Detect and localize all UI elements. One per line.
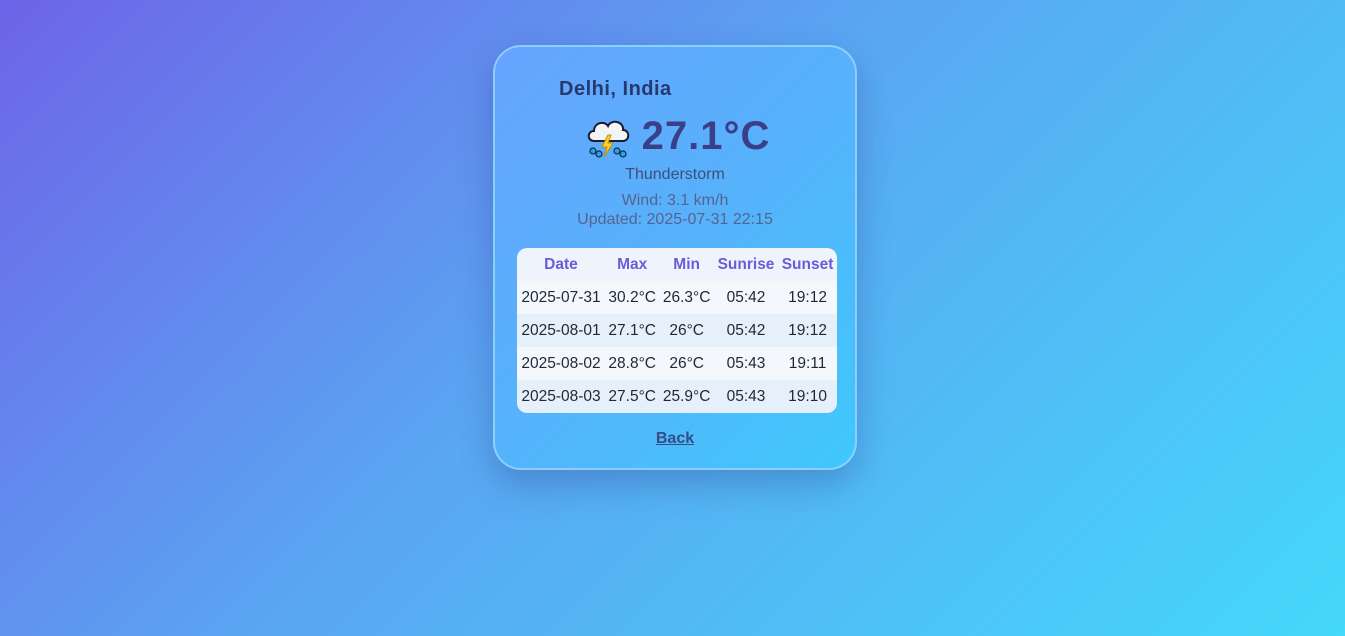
cell-sunset: 19:11 bbox=[778, 347, 837, 380]
cell-sunrise: 05:42 bbox=[713, 281, 779, 314]
cell-max: 27.1°C bbox=[604, 314, 660, 347]
forecast-table-container: Date Max Min Sunrise Sunset 2025-07-31 3… bbox=[517, 248, 837, 413]
cell-sunset: 19:12 bbox=[778, 314, 837, 347]
cell-date: 2025-08-02 bbox=[517, 347, 605, 380]
header-max: Max bbox=[604, 248, 660, 281]
thunderstorm-icon bbox=[587, 120, 629, 158]
header-sunset: Sunset bbox=[778, 248, 837, 281]
cell-sunset: 19:10 bbox=[778, 380, 837, 413]
cell-min: 26.3°C bbox=[659, 281, 714, 314]
table-header-row: Date Max Min Sunrise Sunset bbox=[517, 248, 837, 281]
cell-min: 25.9°C bbox=[659, 380, 714, 413]
header-date: Date bbox=[517, 248, 605, 281]
cell-date: 2025-08-03 bbox=[517, 380, 605, 413]
table-row: 2025-08-02 28.8°C 26°C 05:43 19:11 bbox=[517, 347, 837, 380]
cell-max: 28.8°C bbox=[604, 347, 660, 380]
table-row: 2025-08-01 27.1°C 26°C 05:42 19:12 bbox=[517, 314, 837, 347]
back-link[interactable]: Back bbox=[495, 430, 855, 448]
table-row: 2025-08-03 27.5°C 25.9°C 05:43 19:10 bbox=[517, 380, 837, 413]
weather-card: Delhi, India 27.1°C Thunderstorm Wind: 3… bbox=[493, 45, 857, 470]
header-sunrise: Sunrise bbox=[713, 248, 779, 281]
cell-min: 26°C bbox=[659, 347, 714, 380]
weather-condition: Thunderstorm bbox=[625, 166, 725, 183]
wind-speed: Wind: 3.1 km/h bbox=[621, 192, 729, 209]
forecast-table: Date Max Min Sunrise Sunset 2025-07-31 3… bbox=[517, 248, 837, 413]
updated-time: Updated: 2025-07-31 22:15 bbox=[577, 211, 773, 228]
cell-max: 27.5°C bbox=[604, 380, 660, 413]
cell-sunrise: 05:43 bbox=[713, 347, 779, 380]
cell-max: 30.2°C bbox=[604, 281, 660, 314]
cell-sunrise: 05:43 bbox=[713, 380, 779, 413]
location-title: Delhi, India bbox=[559, 78, 672, 100]
current-temperature: 27.1°C bbox=[641, 113, 771, 158]
cell-min: 26°C bbox=[659, 314, 714, 347]
cell-sunset: 19:12 bbox=[778, 281, 837, 314]
cell-sunrise: 05:42 bbox=[713, 314, 779, 347]
table-row: 2025-07-31 30.2°C 26.3°C 05:42 19:12 bbox=[517, 281, 837, 314]
header-min: Min bbox=[659, 248, 714, 281]
current-weather: 27.1°C bbox=[495, 113, 855, 159]
cell-date: 2025-07-31 bbox=[517, 281, 605, 314]
cell-date: 2025-08-01 bbox=[517, 314, 605, 347]
